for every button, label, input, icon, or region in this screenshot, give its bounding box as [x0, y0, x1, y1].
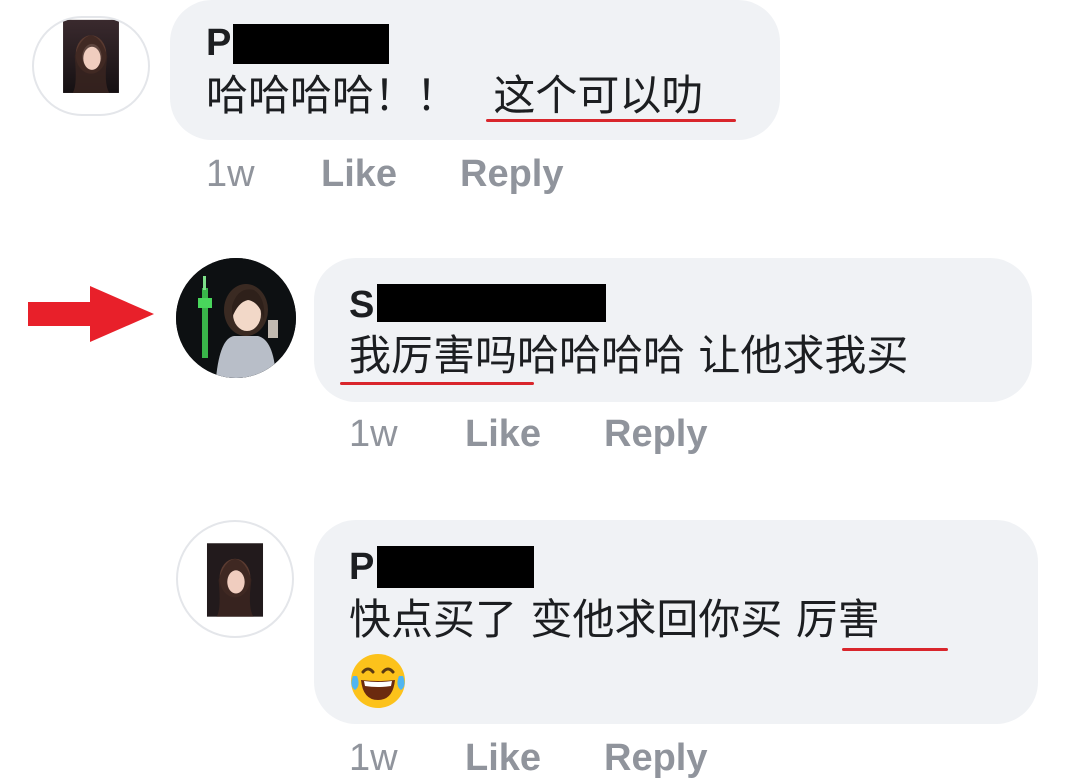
- profile-photo: [176, 258, 296, 378]
- like-button[interactable]: Like: [321, 152, 397, 196]
- comment-text-part: 快点买了 变他求回你买: [349, 595, 783, 644]
- reply-button[interactable]: Reply: [460, 152, 563, 196]
- comment-author[interactable]: P: [206, 22, 231, 64]
- comment-thread: P 哈哈哈哈！！ 这个可以叻 1w Like Reply S 我厉害吗哈哈哈哈 …: [0, 0, 1075, 783]
- comment-text: 快点买了 变他求回你买 厉害: [349, 594, 880, 646]
- redacted-name: [377, 546, 534, 588]
- comment-author[interactable]: S: [349, 284, 374, 326]
- avatar[interactable]: [32, 16, 150, 116]
- like-button[interactable]: Like: [465, 412, 541, 456]
- underlined-text: 厉害: [795, 595, 880, 644]
- redacted-name: [233, 24, 389, 64]
- red-underline: [340, 382, 534, 385]
- comment-text-part: 哈哈哈哈！！: [206, 71, 459, 120]
- comment-author[interactable]: P: [349, 546, 374, 588]
- profile-photo: [206, 543, 264, 617]
- avatar[interactable]: [176, 520, 294, 638]
- laughing-tears-emoji: [351, 654, 405, 708]
- comment-text-part: 哈哈哈哈 让他求我买: [517, 331, 909, 380]
- reply-button[interactable]: Reply: [604, 736, 707, 780]
- avatar[interactable]: [176, 258, 296, 378]
- underlined-text: 我厉害吗: [349, 331, 518, 380]
- reply-button[interactable]: Reply: [604, 412, 707, 456]
- red-underline: [486, 119, 736, 122]
- underlined-text: 这个可以叻: [493, 71, 704, 120]
- red-arrow-icon: [28, 286, 154, 342]
- redacted-name: [377, 284, 606, 322]
- comment-time: 1w: [206, 153, 255, 195]
- red-underline: [842, 648, 948, 651]
- like-button[interactable]: Like: [465, 736, 541, 780]
- comment-time: 1w: [349, 737, 398, 779]
- comment-time: 1w: [349, 413, 398, 455]
- profile-photo: [63, 19, 119, 93]
- comment-text: 哈哈哈哈！！ 这个可以叻: [206, 70, 703, 122]
- comment-text: 我厉害吗哈哈哈哈 让他求我买: [349, 330, 908, 382]
